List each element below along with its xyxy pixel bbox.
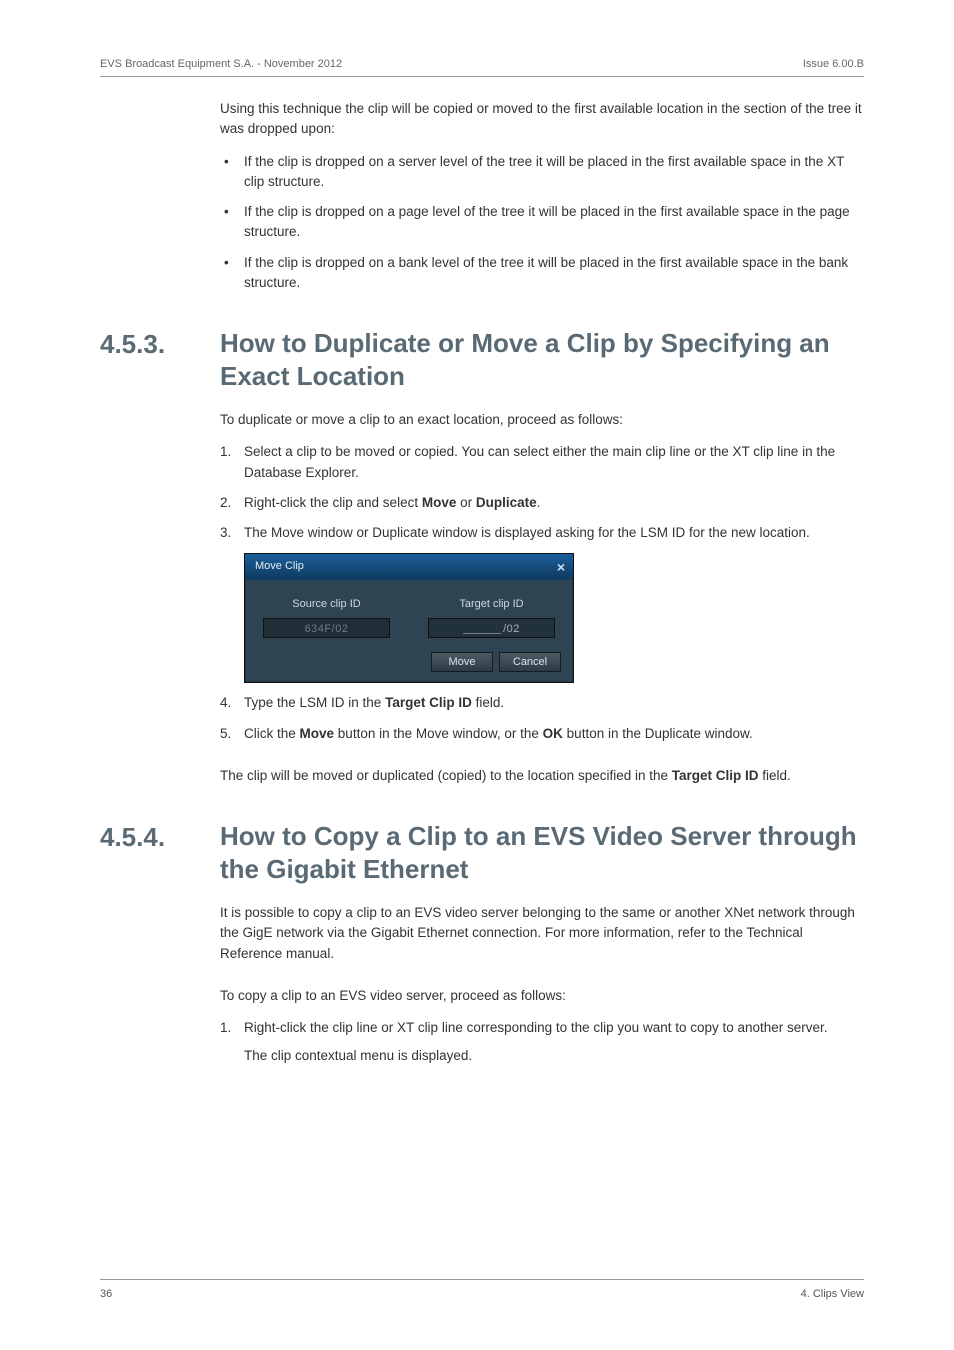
t: button in the Duplicate window. (563, 726, 753, 741)
footer-chapter: 4. Clips View (801, 1288, 864, 1300)
t: button in the Move window, or the (334, 726, 543, 741)
footer-page-number: 36 (100, 1288, 112, 1300)
step-1: Right-click the clip line or XT clip lin… (220, 1018, 864, 1067)
step-1: Select a clip to be moved or copied. You… (220, 442, 864, 483)
move-button[interactable]: Move (431, 652, 493, 672)
section-453: 4.5.3. How to Duplicate or Move a Clip b… (100, 327, 864, 786)
t: or (456, 495, 476, 510)
t: Target Clip ID (385, 695, 472, 710)
sec453-lead: To duplicate or move a clip to an exact … (220, 410, 864, 430)
intro-lead: Using this technique the clip will be co… (220, 99, 864, 140)
t: field. (759, 768, 791, 783)
target-clip-field[interactable]: /02 (428, 618, 555, 638)
move-clip-dialog: Move Clip × Source clip ID 634F/02 Targe (244, 553, 574, 683)
step-1-sub: The clip contextual menu is displayed. (244, 1046, 864, 1066)
source-clip-field: 634F/02 (263, 618, 390, 638)
step-text: Right-click the clip line or XT clip lin… (244, 1020, 828, 1035)
sec454-p1: It is possible to copy a clip to an EVS … (220, 903, 864, 964)
sec453-tail: The clip will be moved or duplicated (co… (220, 766, 864, 786)
header-right: Issue 6.00.B (803, 58, 864, 70)
t: The clip will be moved or duplicated (co… (220, 768, 672, 783)
cancel-button[interactable]: Cancel (499, 652, 561, 672)
t: Move (300, 726, 335, 741)
t: field. (472, 695, 504, 710)
dialog-titlebar: Move Clip × (245, 554, 573, 580)
close-icon[interactable]: × (557, 560, 565, 574)
sec454-p2: To copy a clip to an EVS video server, p… (220, 986, 864, 1006)
sec454-steps: Right-click the clip line or XT clip lin… (220, 1018, 864, 1067)
page-header: EVS Broadcast Equipment S.A. - November … (100, 58, 864, 77)
step-text: The Move window or Duplicate window is d… (244, 525, 810, 540)
t: Move (422, 495, 457, 510)
section-title: How to Duplicate or Move a Clip by Speci… (220, 327, 864, 392)
t: . (537, 495, 541, 510)
intro-bullet: If the clip is dropped on a server level… (220, 152, 864, 193)
step-2: Right-click the clip and select Move or … (220, 493, 864, 513)
t: Click the (244, 726, 300, 741)
t: Right-click the clip and select (244, 495, 422, 510)
dialog-title: Move Clip (255, 558, 304, 575)
step-3: The Move window or Duplicate window is d… (220, 523, 864, 683)
page-footer: 36 4. Clips View (100, 1279, 864, 1300)
target-clip-value: /02 (503, 623, 520, 635)
step-5: Click the Move button in the Move window… (220, 724, 864, 744)
t: Type the LSM ID in the (244, 695, 385, 710)
intro-bullets: If the clip is dropped on a server level… (220, 152, 864, 294)
section-number: 4.5.3. (100, 327, 220, 360)
target-clip-label: Target clip ID (422, 596, 561, 613)
intro-bullet: If the clip is dropped on a bank level o… (220, 253, 864, 294)
step-text: Select a clip to be moved or copied. You… (244, 444, 835, 479)
header-left: EVS Broadcast Equipment S.A. - November … (100, 58, 342, 70)
section-title: How to Copy a Clip to an EVS Video Serve… (220, 820, 864, 885)
sec453-steps: Select a clip to be moved or copied. You… (220, 442, 864, 744)
intro-bullet: If the clip is dropped on a page level o… (220, 202, 864, 243)
t: Duplicate (476, 495, 537, 510)
t: OK (543, 726, 563, 741)
section-454: 4.5.4. How to Copy a Clip to an EVS Vide… (100, 820, 864, 1067)
section-number: 4.5.4. (100, 820, 220, 853)
source-clip-label: Source clip ID (257, 596, 396, 613)
t: Target Clip ID (672, 768, 759, 783)
step-4: Type the LSM ID in the Target Clip ID fi… (220, 693, 864, 713)
